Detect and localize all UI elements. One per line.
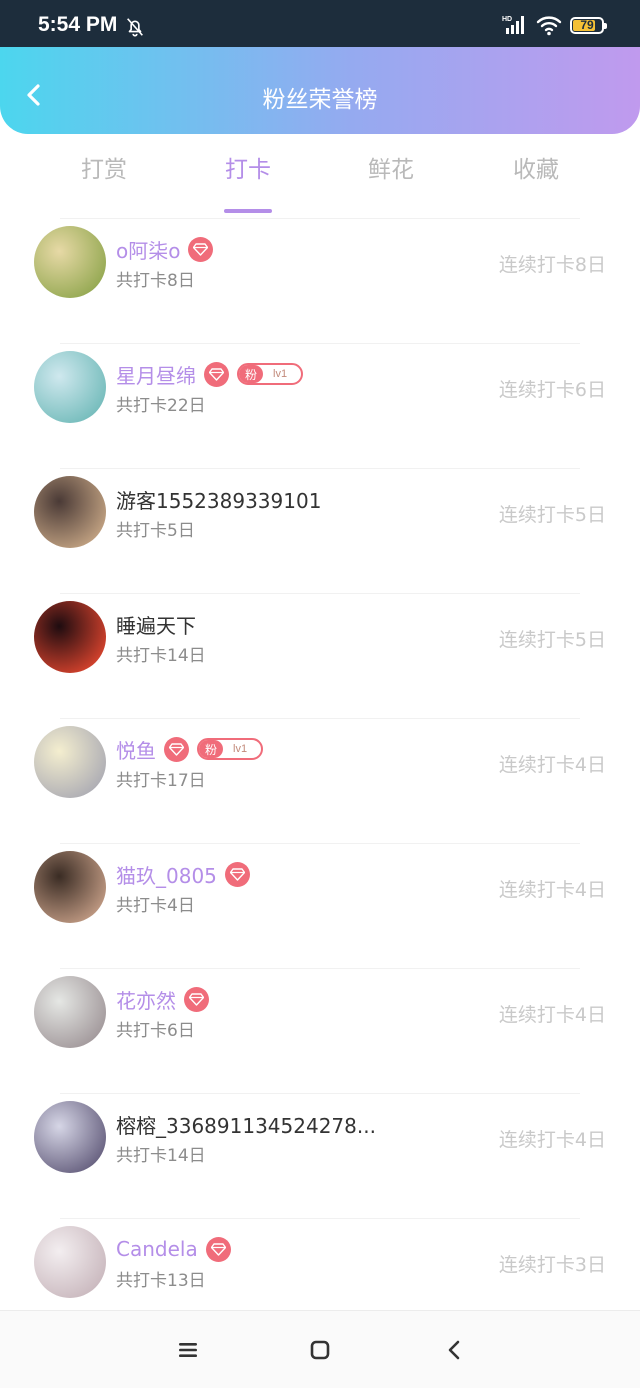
total-checkins: 共打卡14日 [116,646,206,666]
tab-checkin[interactable]: 打卡 [200,150,296,213]
active-tab-indicator [224,209,272,213]
avatar[interactable] [34,726,106,798]
tab-label: 鲜花 [368,157,414,183]
total-checkins: 共打卡14日 [116,1146,206,1166]
list-item[interactable]: 榕榕_336891134524278... 共打卡14日 连续打卡4日 [0,1093,640,1218]
avatar[interactable] [34,1101,106,1173]
list-item[interactable]: 睡遍天下共打卡14日 连续打卡5日 [0,593,640,718]
system-nav-bar [0,1310,640,1388]
streak-checkins: 连续打卡8日 [498,254,606,276]
fan-badge: 粉 lv1 [197,738,264,760]
home-square-icon[interactable] [307,1337,333,1363]
total-checkins: 共打卡6日 [116,1021,195,1041]
tab-label: 打赏 [81,157,127,183]
list-item[interactable]: o阿柒o 共打卡8日 连续打卡8日 [0,218,640,343]
diamond-icon [184,986,209,1012]
back-triangle-icon[interactable] [441,1337,467,1363]
status-time: 5:54 PM [38,13,118,36]
user-name[interactable]: 睡遍天下 [116,610,196,639]
header: 5:54 PM HD 79 粉丝荣誉榜 [0,0,640,134]
avatar[interactable] [34,976,106,1048]
menu-icon[interactable] [175,1337,201,1363]
row-divider [60,468,580,469]
streak-checkins: 连续打卡4日 [498,1129,606,1151]
row-divider [60,593,580,594]
battery-icon: 79 [570,16,607,34]
page-title: 粉丝荣誉榜 [262,87,378,113]
user-name[interactable]: 游客1552389339101 [116,485,321,514]
streak-checkins: 连续打卡5日 [498,629,606,651]
list-item[interactable]: 猫玖_0805 共打卡4日 连续打卡4日 [0,843,640,968]
list-item[interactable]: 游客1552389339101 共打卡5日 连续打卡5日 [0,468,640,593]
list-item[interactable]: 星月昼绵 粉 lv1 共打卡22日 连续打卡6日 [0,343,640,468]
user-name[interactable]: o阿柒o [116,235,180,264]
battery-level: 79 [580,18,594,32]
diamond-icon [224,861,250,887]
avatar[interactable] [34,601,106,673]
fan-badge-label: 粉 [239,365,264,383]
fan-badge: 粉 lv1 [237,363,304,385]
streak-checkins: 连续打卡4日 [498,879,606,901]
diamond-icon [164,736,189,762]
avatar[interactable] [34,226,106,298]
user-name[interactable]: 星月昼绵 [116,360,196,389]
svg-text:HD: HD [502,16,512,23]
user-name[interactable]: 花亦然 [116,985,176,1014]
user-name[interactable]: Candela [116,1237,198,1261]
tab-favorites[interactable]: 收藏 [488,150,584,184]
diamond-icon [204,361,229,387]
user-name[interactable]: 悦鱼 [116,735,156,764]
list-item[interactable]: 花亦然共打卡6日 连续打卡4日 [0,968,640,1093]
tab-label: 收藏 [513,157,559,183]
wifi-icon [536,16,562,36]
total-checkins: 共打卡8日 [116,271,195,291]
user-name[interactable]: 榕榕_336891134524278... [116,1110,376,1139]
streak-checkins: 连续打卡6日 [498,379,606,401]
avatar[interactable] [34,476,106,548]
row-divider [60,1093,580,1094]
total-checkins: 共打卡5日 [116,521,195,541]
user-name[interactable]: 猫玖_0805 [116,860,217,889]
avatar[interactable] [34,851,106,923]
row-divider [60,343,580,344]
fan-ranking-list: o阿柒o 共打卡8日 连续打卡8日 星月昼绵粉 lv1 共打卡22日 连续打卡6日 游客155… [0,218,640,1343]
bell-off-icon [127,18,143,37]
streak-checkins: 连续打卡4日 [498,1004,606,1026]
streak-checkins: 连续打卡5日 [498,504,606,526]
total-checkins: 共打卡13日 [116,1271,206,1291]
tab-flowers[interactable]: 鲜花 [343,150,439,184]
total-checkins: 共打卡22日 [116,396,206,416]
streak-checkins: 连续打卡3日 [498,1254,606,1276]
row-divider [60,218,580,219]
total-checkins: 共打卡17日 [116,771,206,791]
streak-checkins: 连续打卡4日 [498,754,606,776]
avatar[interactable] [34,351,106,423]
tab-bar: 打赏 打卡 鲜花 收藏 [0,134,640,213]
total-checkins: 共打卡4日 [116,896,195,916]
row-divider [60,718,580,719]
tab-label: 打卡 [225,157,271,183]
row-divider [60,968,580,969]
row-divider [60,1218,580,1219]
fan-badge-label: 粉 [199,740,224,758]
status-bar: 5:54 PM HD 79 [0,0,640,47]
row-divider [60,843,580,844]
fan-badge-level: lv1 [273,368,288,380]
tab-tip[interactable]: 打赏 [56,150,152,184]
fan-badge-level: lv1 [233,743,248,755]
avatar[interactable] [34,1226,106,1298]
hd-signal-icon: HD [502,16,524,34]
diamond-icon [188,236,214,262]
diamond-icon [205,1236,231,1262]
list-item[interactable]: 悦鱼 粉 lv1 共打卡17日 连续打卡4日 [0,718,640,843]
